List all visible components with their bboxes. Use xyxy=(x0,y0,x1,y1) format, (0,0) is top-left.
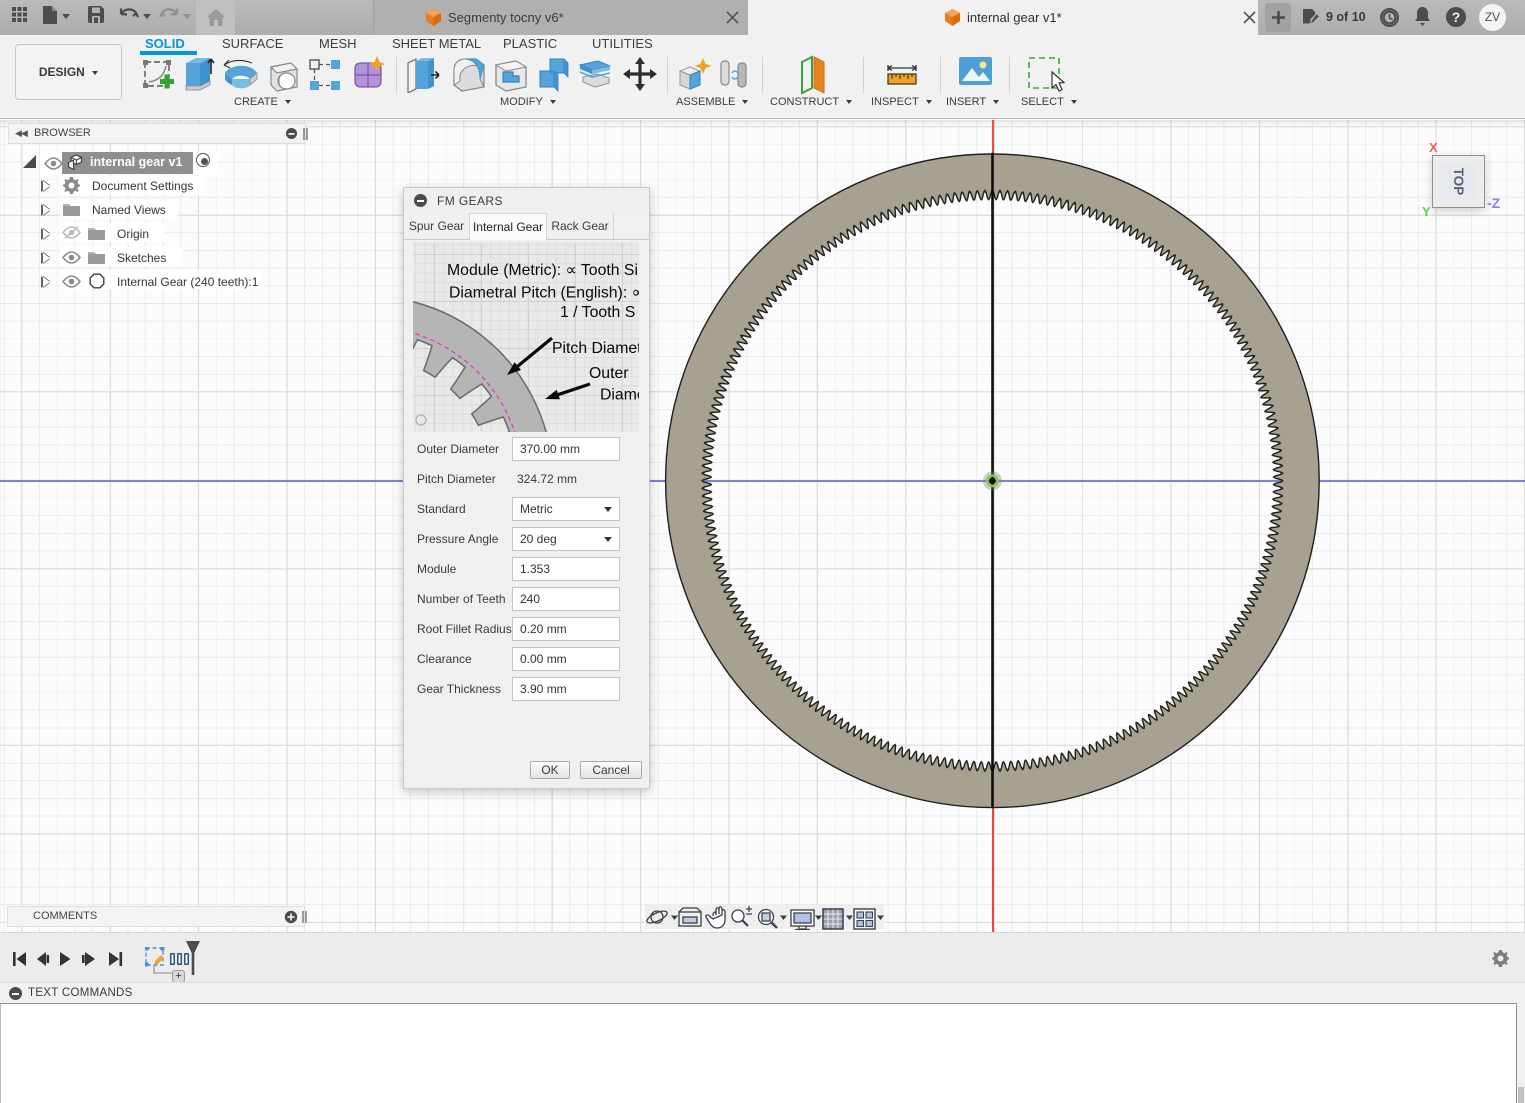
svg-text:1 / Tooth S: 1 / Tooth S xyxy=(560,304,635,321)
svg-text:Outer: Outer xyxy=(589,365,629,382)
svg-text:Pitch Diamet: Pitch Diamet xyxy=(552,340,639,357)
svg-text:?: ? xyxy=(1452,9,1461,25)
svg-text:Module (Metric): ∝ Tooth Si: Module (Metric): ∝ Tooth Si xyxy=(447,262,638,279)
svg-text:Diamet: Diamet xyxy=(600,387,639,404)
svg-text:Diametral Pitch (English): ∝: Diametral Pitch (English): ∝ xyxy=(449,285,639,302)
